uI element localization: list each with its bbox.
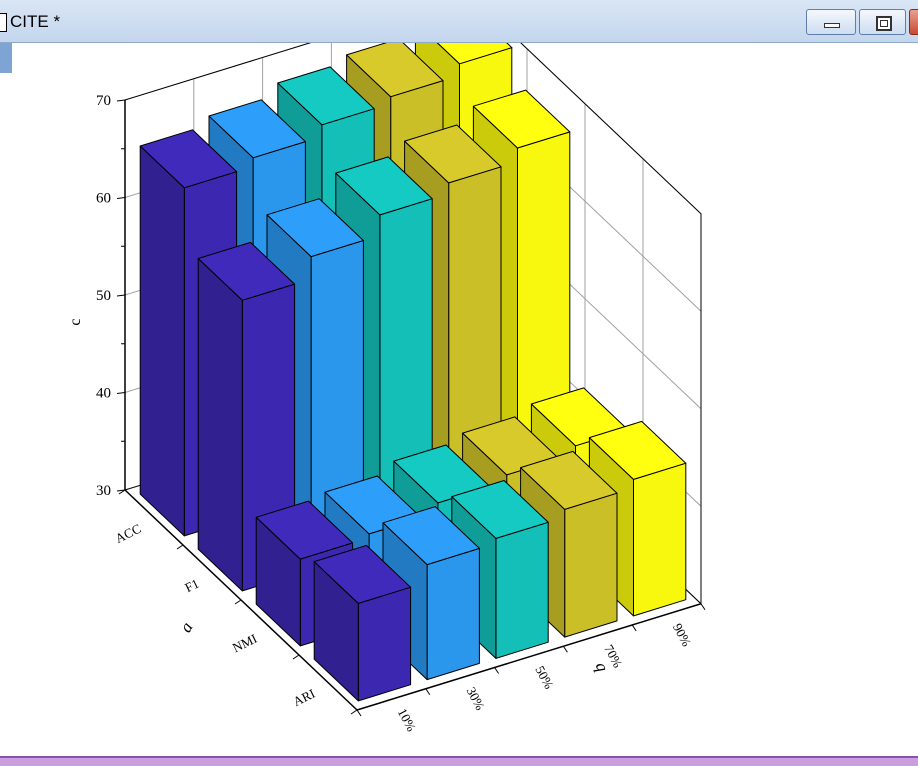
row-tick: [176, 544, 184, 550]
col-tick-label: 10%: [395, 706, 420, 734]
z-tick: [116, 99, 126, 102]
col-axis-label: b: [589, 661, 610, 675]
title-bar: CITE *: [0, 0, 918, 43]
row-tick: [350, 709, 358, 715]
z-tick-label: 60: [96, 191, 111, 207]
col-tick: [700, 603, 706, 611]
window-title: CITE *: [10, 12, 61, 31]
z-tick-label: 70: [96, 93, 111, 109]
row-tick-label: ACC: [113, 521, 144, 546]
minimize-icon: [824, 23, 840, 28]
bar-chart-3d: 3040506070cACCF1NMIARIa10%30%50%70%90%b: [67, 43, 706, 734]
col-tick: [425, 688, 431, 696]
col-tick-label: 90%: [670, 621, 695, 649]
col-tick: [562, 645, 568, 653]
col-tick: [356, 709, 362, 717]
row-tick-label: NMI: [230, 631, 259, 656]
z-tick-label: 30: [96, 483, 111, 499]
col-tick: [631, 624, 637, 632]
z-tick-label: 50: [96, 288, 111, 304]
row-tick-label: F1: [182, 576, 201, 596]
minimize-button[interactable]: [806, 9, 856, 35]
col-tick-label: 30%: [464, 684, 489, 712]
status-strip: [0, 756, 918, 766]
row-tick-label: ARI: [291, 686, 318, 709]
chart-bars: [139, 43, 687, 702]
window-icon: [0, 13, 7, 32]
row-tick: [292, 654, 300, 660]
z-tick: [116, 294, 126, 297]
z-tick-label: 40: [96, 386, 111, 402]
col-tick-label: 50%: [532, 663, 557, 691]
close-button[interactable]: [909, 9, 918, 35]
z-axis-label: c: [67, 318, 84, 325]
maximize-button[interactable]: [859, 9, 906, 35]
maximize-icon: [876, 16, 892, 31]
z-tick: [116, 197, 126, 199]
col-tick: [494, 667, 500, 674]
row-tick: [234, 599, 242, 605]
row-axis-label: a: [176, 619, 197, 636]
z-tick: [116, 392, 126, 394]
